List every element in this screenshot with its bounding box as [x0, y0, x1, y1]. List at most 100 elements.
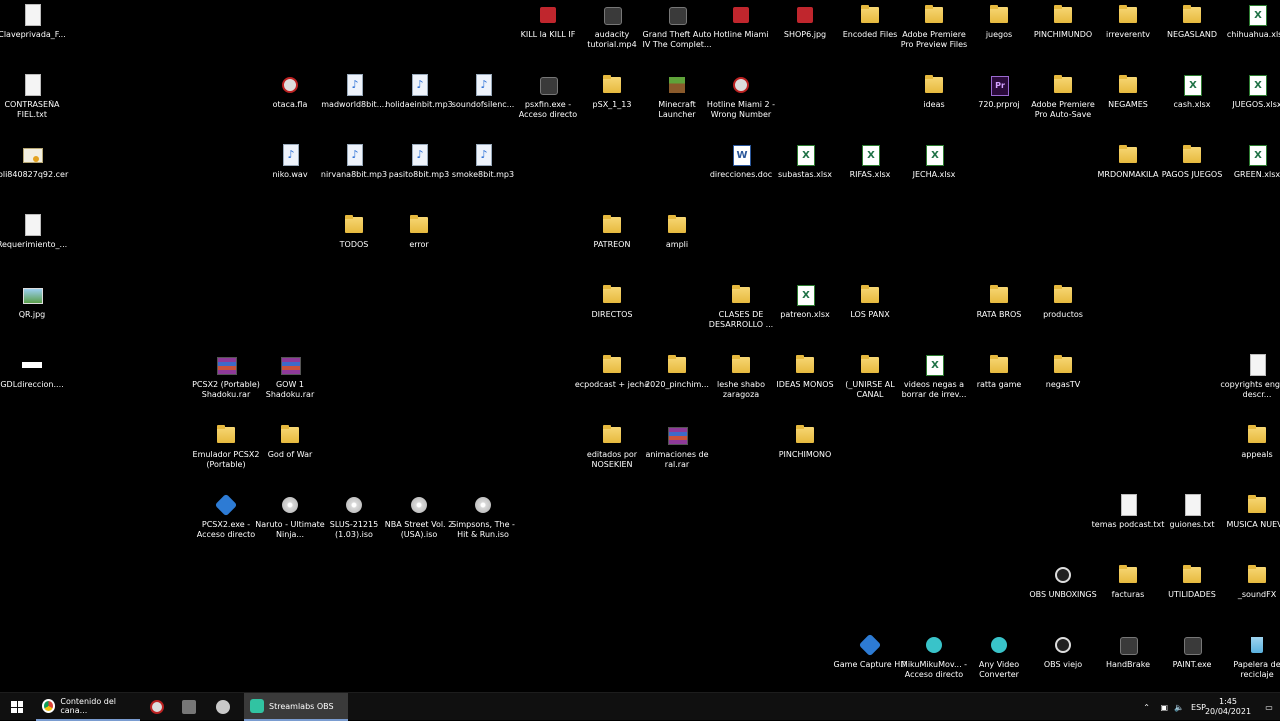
desktop-icon[interactable]: QR.jpg	[0, 280, 64, 344]
desktop-icon[interactable]: PAGOS JUEGOS	[1160, 140, 1224, 204]
desktop-icon[interactable]: loli840827q92.cer	[0, 140, 68, 204]
desktop-icon[interactable]: guiones.txt	[1160, 490, 1224, 554]
clock[interactable]: 1:45 20/04/2021	[1198, 693, 1258, 721]
desktop-icon[interactable]: animaciones de ral.rar	[645, 420, 709, 484]
desktop-icon[interactable]: PATREON	[580, 210, 644, 274]
desktop-icon[interactable]: smoke8bit.mp3	[451, 140, 515, 204]
desktop-icon[interactable]: Grand Theft Auto IV The Complet...	[642, 0, 712, 64]
desktop-icon[interactable]: RATA BROS	[967, 280, 1031, 344]
desktop-icon[interactable]: Emulador PCSX2 (Portable)	[193, 420, 259, 484]
desktop-icon[interactable]: Adobe Premiere Pro Preview Files	[901, 0, 967, 64]
desktop-icon[interactable]: Game Capture HD	[834, 630, 907, 694]
desktop-icon[interactable]: ideas	[902, 70, 966, 134]
desktop-icon[interactable]: NEGAMES	[1096, 70, 1160, 134]
desktop-icon[interactable]: ratta game	[967, 350, 1031, 414]
desktop-icon[interactable]: _soundFX	[1225, 560, 1280, 624]
desktop-icon[interactable]: chihuahua.xlsx	[1225, 0, 1280, 64]
desktop-icon[interactable]: 2020_pinchim...	[645, 350, 709, 414]
desktop-icon[interactable]: RIFAS.xlsx	[838, 140, 902, 204]
desktop-icon[interactable]: 720.prproj	[967, 70, 1031, 134]
desktop-icon[interactable]: (_UNIRSE AL CANAL	[838, 350, 902, 414]
desktop-icon[interactable]: HandBrake	[1096, 630, 1160, 694]
desktop-icon[interactable]: niko.wav	[258, 140, 322, 204]
desktop-icon[interactable]: CONTRASEÑA FIEL.txt	[0, 70, 64, 134]
desktop-icon[interactable]: ecpodcast + jecha	[575, 350, 649, 414]
desktop-icon[interactable]: Simpsons, The - Hit & Run.iso	[451, 490, 515, 554]
desktop-icon[interactable]: subastas.xlsx	[773, 140, 837, 204]
desktop-icon[interactable]: Adobe Premiere Pro Auto-Save	[1031, 70, 1095, 134]
desktop-icon[interactable]: God of War	[258, 420, 322, 484]
desktop-icon[interactable]: Minecraft Launcher	[645, 70, 709, 134]
desktop-icon[interactable]: facturas	[1096, 560, 1160, 624]
desktop-icon[interactable]: MikuMikuMov... - Acceso directo	[901, 630, 967, 694]
desktop-icon[interactable]: Any Video Converter	[967, 630, 1031, 694]
desktop-icon[interactable]: productos	[1031, 280, 1095, 344]
desktop-icon[interactable]: DIRECTOS	[580, 280, 644, 344]
network-icon[interactable]: ▣	[1160, 693, 1168, 721]
notification-center-button[interactable]: ▭	[1258, 693, 1280, 721]
desktop-icon[interactable]: appeals	[1225, 420, 1280, 484]
desktop-icon[interactable]: videos negas a borrar de irrev...	[902, 350, 966, 414]
desktop-icon[interactable]: otaca.fla	[258, 70, 322, 134]
desktop-icon[interactable]: Requerimiento_...	[0, 210, 67, 274]
desktop-icon[interactable]: JECHA.xlsx	[902, 140, 966, 204]
desktop-icon[interactable]: irreverentv	[1096, 0, 1160, 64]
desktop-icon[interactable]: LOS PANX	[838, 280, 902, 344]
taskbar-hotline-miami-2[interactable]	[144, 693, 174, 721]
desktop-icon[interactable]: UTILIDADES	[1160, 560, 1224, 624]
desktop-icon[interactable]: PCSX2.exe - Acceso directo	[194, 490, 258, 554]
desktop-icon[interactable]: soundofsilenc...	[451, 70, 515, 134]
desktop-icon[interactable]: PAINT.exe	[1160, 630, 1224, 694]
desktop-icon[interactable]: PINCHIMUNDO	[1031, 0, 1095, 64]
desktop-icon[interactable]: nirvana8bit.mp3	[321, 140, 387, 204]
taskbar-streamlabs-window[interactable]: Streamlabs OBS	[244, 693, 348, 721]
desktop-icon[interactable]: error	[387, 210, 451, 274]
desktop-icon[interactable]: juegos	[967, 0, 1031, 64]
desktop-icon[interactable]: JUEGOS.xlsx	[1225, 70, 1280, 134]
desktop-icon[interactable]: OBS viejo	[1031, 630, 1095, 694]
desktop-icon[interactable]: GDLdireccion....	[0, 350, 64, 414]
desktop-icon[interactable]: pSX_1_13	[580, 70, 644, 134]
desktop-icon[interactable]: Naruto - Ultimate Ninja...	[255, 490, 325, 554]
desktop-icon[interactable]: CLASES DE DESARROLLO ...	[709, 280, 773, 344]
desktop-icon[interactable]: IDEAS MONOS	[773, 350, 837, 414]
desktop-icon[interactable]: SLUS-21215 (1.03).iso	[322, 490, 386, 554]
desktop-icon[interactable]: MUSICA NUEVA	[1225, 490, 1280, 554]
desktop-icon[interactable]: leshe shabo zaragoza	[709, 350, 773, 414]
desktop-icon[interactable]: TODOS	[322, 210, 386, 274]
desktop-icon[interactable]: copyrights english descr...	[1220, 350, 1280, 414]
desktop-icon[interactable]: temas podcast.txt	[1092, 490, 1164, 554]
desktop-icon[interactable]: NBA Street Vol. 2 (USA).iso	[385, 490, 453, 554]
desktop-icon[interactable]: cash.xlsx	[1160, 70, 1224, 134]
desktop-icon[interactable]: negasTV	[1031, 350, 1095, 414]
desktop-icon[interactable]: audacity tutorial.mp4	[580, 0, 644, 64]
desktop[interactable]: Claveprivada_F... CONTRASEÑA FIEL.txt loli…	[0, 0, 1280, 692]
taskbar-chrome-window[interactable]: Contenido del cana...	[36, 693, 140, 721]
desktop-icon[interactable]: Hotline Miami	[709, 0, 773, 64]
desktop-icon[interactable]: Claveprivada_F...	[0, 0, 66, 64]
desktop-icon[interactable]: holidaeinbit.mp3	[385, 70, 453, 134]
desktop-icon[interactable]: GREEN.xlsx	[1225, 140, 1280, 204]
desktop-icon[interactable]: PCSX2 (Portable) Shadoku.rar	[192, 350, 260, 414]
desktop-icon[interactable]: ampli	[645, 210, 709, 274]
desktop-icon[interactable]: KILL la KILL IF	[516, 0, 580, 64]
desktop-icon[interactable]: pasito8bit.mp3	[387, 140, 451, 204]
desktop-icon[interactable]: editados por NOSEKIEN	[580, 420, 644, 484]
desktop-icon[interactable]: Papelera de reciclaje	[1225, 630, 1280, 694]
desktop-icon[interactable]: Hotline Miami 2 - Wrong Number	[707, 70, 775, 134]
desktop-icon[interactable]: patreon.xlsx	[773, 280, 837, 344]
desktop-icon[interactable]: madworld8bit....	[321, 70, 387, 134]
desktop-icon[interactable]: OBS UNBOXINGS	[1029, 560, 1097, 624]
desktop-icon[interactable]: GOW 1 Shadoku.rar	[258, 350, 322, 414]
desktop-icon[interactable]: SHOP6.jpg	[773, 0, 837, 64]
desktop-icon[interactable]: MRDONMAKILA	[1096, 140, 1160, 204]
taskbar-app-3[interactable]	[210, 693, 240, 721]
show-hidden-icons-button[interactable]: ⌃	[1143, 693, 1150, 721]
volume-icon[interactable]: 🔈	[1174, 693, 1184, 721]
start-button[interactable]	[0, 693, 34, 721]
desktop-icon[interactable]: PINCHIMONO	[773, 420, 837, 484]
taskbar-tools-app[interactable]	[176, 693, 206, 721]
desktop-icon[interactable]: direcciones.doc	[709, 140, 773, 204]
desktop-icon[interactable]: Encoded Files	[838, 0, 902, 64]
desktop-icon[interactable]: psxfin.exe - Acceso directo	[516, 70, 580, 134]
